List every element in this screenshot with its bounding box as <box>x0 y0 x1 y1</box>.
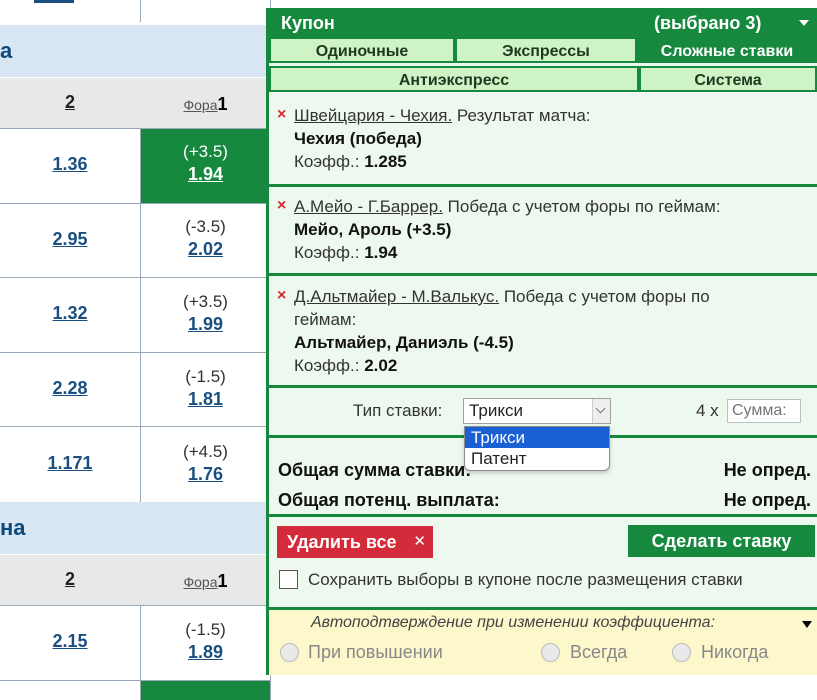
bet-market: Победа с учетом форы по <box>499 287 710 306</box>
expand-arrow-icon[interactable] <box>802 621 812 628</box>
bet-pick: Чехия (победа) <box>294 129 422 148</box>
fora-link[interactable]: Фора <box>183 97 217 113</box>
radio-on-increase-label[interactable]: При повышении <box>308 642 443 663</box>
odd-link[interactable]: 2.95 <box>0 229 140 250</box>
handicap-odd[interactable]: 1.81 <box>141 388 270 410</box>
remove-bet-icon[interactable]: × <box>277 106 286 124</box>
coef-label: Коэфф.: <box>294 356 365 375</box>
dropdown-option-trixie[interactable]: Трикси <box>465 427 609 448</box>
fora-number: 1 <box>217 94 228 114</box>
fora-number: 1 <box>217 571 228 591</box>
odd-link[interactable]: 2.28 <box>0 378 140 399</box>
handicap-cell[interactable]: (+3.5) 1.99 <box>141 291 270 335</box>
remove-bet-icon[interactable]: × <box>277 287 286 305</box>
radio-always[interactable] <box>541 643 560 662</box>
multiplier: 4 x <box>696 401 719 420</box>
radio-on-increase[interactable] <box>280 643 299 662</box>
handicap-value: (-1.5) <box>185 620 226 639</box>
tab-system[interactable]: Система <box>639 66 817 92</box>
coupon-panel: Купон (выбрано 3) Одиночные Экспрессы Сл… <box>266 8 817 675</box>
radio-never-label[interactable]: Никогда <box>701 642 768 663</box>
odd-link[interactable]: 2.15 <box>0 631 140 652</box>
column-header-row: 2 Фора1 <box>0 555 270 605</box>
handicap-value: (-3.5) <box>185 217 226 236</box>
column-header-row: 2 Фора1 <box>0 78 270 128</box>
bet-item: × А.Мейо - Г.Баррер. Победа с учетом фор… <box>269 187 817 276</box>
potential-payout-label: Общая потенц. выплата: <box>278 490 500 510</box>
fora-column-header[interactable]: Фора1 <box>141 94 270 115</box>
tab-express[interactable]: Экспрессы <box>455 37 637 63</box>
handicap-odd[interactable]: 1.89 <box>141 641 270 663</box>
bet-type-value: Трикси <box>469 401 524 420</box>
handicap-value: (+3.5) <box>183 292 228 311</box>
section-header-1: а <box>0 25 270 77</box>
chevron-down-icon[interactable] <box>592 399 610 423</box>
coupon-header[interactable]: Купон (выбрано 3) <box>269 11 817 37</box>
coef-label: Коэфф.: <box>294 243 365 262</box>
bet-item: × Д.Альтмайер - М.Валькус. Победа с учет… <box>269 276 817 388</box>
auto-confirm-title: Автоподтверждение при изменении коэффици… <box>311 614 716 631</box>
total-stake-label: Общая сумма ставки: <box>278 460 472 480</box>
bet-type-dropdown: Трикси Патент <box>464 426 610 471</box>
section-header-2: на <box>0 502 270 554</box>
handicap-value: (+4.5) <box>183 442 228 461</box>
bet-market: Результат матча: <box>452 106 591 125</box>
handicap-cell[interactable]: (+4.5) 1.76 <box>141 441 270 485</box>
tab-complex[interactable]: Сложные ставки <box>637 37 817 63</box>
tab-single[interactable]: Одиночные <box>269 37 455 63</box>
section-title: а <box>0 38 13 63</box>
coef-value: 1.94 <box>364 243 398 262</box>
bet-item: × Швейцария - Чехия. Результат матча: Че… <box>269 95 817 187</box>
odd-link[interactable]: 1.32 <box>0 303 140 324</box>
handicap-odd[interactable]: 1.76 <box>141 463 270 485</box>
bet-event-link[interactable]: Швейцария - Чехия. <box>294 106 452 125</box>
dropdown-option-patent[interactable]: Патент <box>465 448 609 469</box>
tab-antiexpress[interactable]: Антиэкспресс <box>269 66 639 92</box>
fora-link[interactable]: Фора <box>183 574 217 590</box>
coef-value: 1.285 <box>364 152 407 171</box>
handicap-cell-selected[interactable]: (+3.5) 1.94 <box>141 129 270 203</box>
save-selections-checkbox[interactable] <box>279 570 298 589</box>
bet-event-link[interactable]: Д.Альтмайер - М.Валькус. <box>294 287 499 306</box>
column-2-header[interactable]: 2 <box>0 92 140 113</box>
odd-link[interactable]: 1.36 <box>0 154 140 175</box>
bet-pick: Мейо, Ароль (+3.5) <box>294 220 452 239</box>
fora-column-header[interactable]: Фора1 <box>141 571 270 592</box>
column-2-header[interactable]: 2 <box>0 569 140 590</box>
potential-payout-value: Не опред. <box>723 490 811 510</box>
handicap-cell[interactable]: (-3.5) 2.02 <box>141 216 270 260</box>
bet-event-link[interactable]: А.Мейо - Г.Баррер. <box>294 197 443 216</box>
radio-never[interactable] <box>672 643 691 662</box>
coef-value: 2.02 <box>364 356 398 375</box>
delete-all-label: Удалить все <box>287 532 397 552</box>
section-title: на <box>0 515 26 540</box>
coupon-title: Купон <box>281 13 335 33</box>
selected-count: (выбрано 3) <box>654 13 762 33</box>
delete-all-button[interactable]: Удалить все ✕ <box>277 526 433 558</box>
bet-market: Победа с учетом форы по геймам: <box>442 197 721 216</box>
handicap-value: (-1.5) <box>185 367 226 386</box>
sum-input[interactable] <box>727 399 801 423</box>
selected-cell-edge[interactable] <box>141 681 270 700</box>
collapse-arrow-icon[interactable] <box>799 20 809 26</box>
bet-type-label: Тип ставки: <box>353 401 443 420</box>
handicap-cell[interactable]: (-1.5) 1.89 <box>141 619 270 663</box>
radio-always-label[interactable]: Всегда <box>570 642 627 663</box>
close-icon: ✕ <box>413 533 426 550</box>
save-selections-label[interactable]: Сохранить выборы в купоне после размещен… <box>308 570 743 590</box>
handicap-odd[interactable]: 1.99 <box>141 313 270 335</box>
bet-type-select[interactable]: Трикси <box>463 398 611 424</box>
handicap-cell[interactable]: (-1.5) 1.81 <box>141 366 270 410</box>
handicap-odd[interactable]: 2.02 <box>141 238 270 260</box>
make-bet-button[interactable]: Сделать ставку <box>628 525 815 557</box>
total-stake-value: Не опред. <box>723 460 811 480</box>
coef-label: Коэфф.: <box>294 152 365 171</box>
auto-confirm-section: Автоподтверждение при изменении коэффици… <box>269 607 817 675</box>
odd-link[interactable]: 1.171 <box>0 453 140 474</box>
handicap-odd[interactable]: 1.94 <box>141 163 270 185</box>
handicap-value: (+3.5) <box>183 142 228 161</box>
bet-pick: Альтмайер, Даниэль (-4.5) <box>294 333 514 352</box>
remove-bet-icon[interactable]: × <box>277 197 286 215</box>
bet-market-continued: геймам: <box>294 310 357 329</box>
